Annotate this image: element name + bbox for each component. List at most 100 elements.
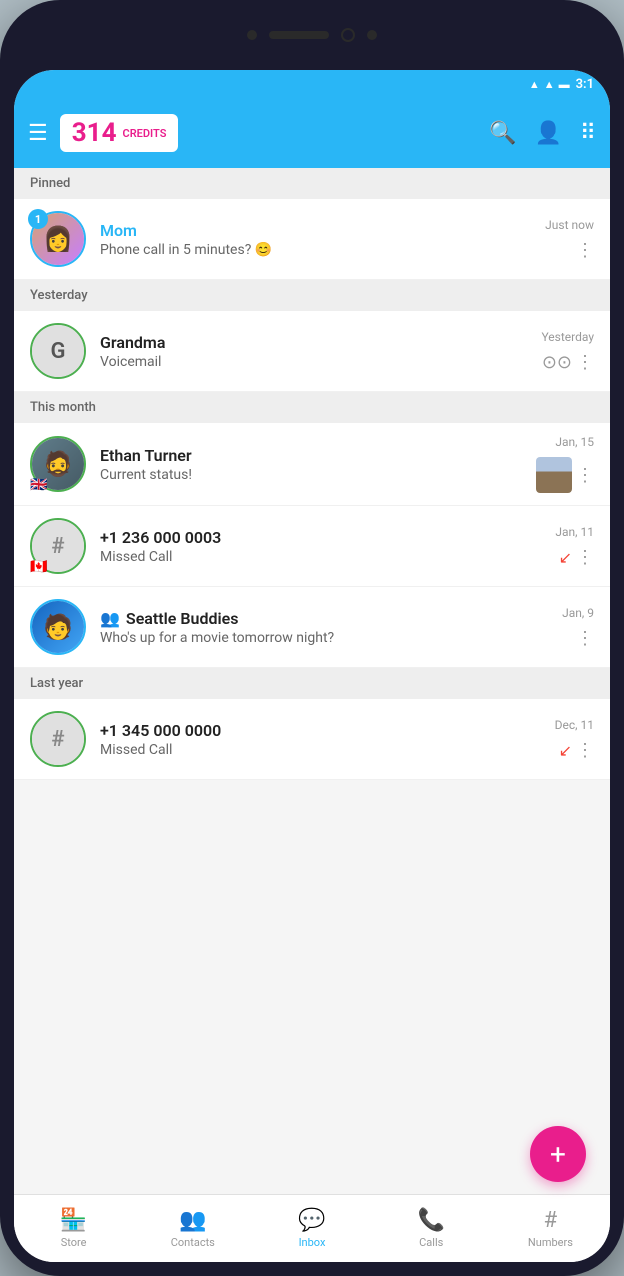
contact-time: Dec, 11 bbox=[555, 718, 594, 732]
avatar: 🧑 bbox=[32, 601, 84, 653]
phone-screen: ▲ ▲ ▬ 3:1 ☰ 314 CREDITS 🔍 👤 ⠿ Pin bbox=[14, 70, 610, 1262]
search-icon[interactable]: 🔍 bbox=[489, 121, 516, 146]
voicemail-icon: ⊙⊙ bbox=[542, 352, 572, 373]
missed-call-icon: ↙ bbox=[559, 741, 572, 760]
contacts-nav-icon: 👥 bbox=[179, 1208, 206, 1233]
fab-new-conversation[interactable]: + bbox=[530, 1126, 586, 1182]
more-options-icon[interactable]: ⋮ bbox=[576, 547, 594, 568]
meta-icons: ⊙⊙ ⋮ bbox=[542, 352, 594, 373]
credits-badge[interactable]: 314 CREDITS bbox=[60, 114, 179, 152]
app-header: ☰ 314 CREDITS 🔍 👤 ⠿ bbox=[14, 98, 610, 168]
nav-item-contacts[interactable]: 👥 Contacts bbox=[133, 1195, 252, 1262]
credits-label: CREDITS bbox=[123, 127, 167, 140]
wifi-icon: ▲ bbox=[529, 78, 540, 91]
contact-meta-grandma: Yesterday ⊙⊙ ⋮ bbox=[541, 330, 594, 373]
more-options-icon[interactable]: ⋮ bbox=[576, 740, 594, 761]
avatar-container-phone2: # bbox=[30, 711, 86, 767]
contact-meta-ethan: Jan, 15 ⋮ bbox=[536, 435, 594, 493]
contact-name: Grandma bbox=[100, 333, 533, 352]
contact-meta-seattle: Jan, 9 ⋮ bbox=[562, 606, 594, 649]
avatar-container-ethan: 🧔 🇬🇧 bbox=[30, 436, 86, 492]
numbers-label: Numbers bbox=[528, 1236, 573, 1249]
contact-time: Just now bbox=[545, 218, 594, 232]
contact-name: +1 345 000 0000 bbox=[100, 721, 547, 740]
list-item[interactable]: G Grandma Voicemail Yesterday ⊙⊙ ⋮ bbox=[14, 311, 610, 392]
meta-icons: ⋮ bbox=[536, 457, 594, 493]
notch-dot-left bbox=[247, 30, 257, 40]
list-item[interactable]: # 🇨🇦 +1 236 000 0003 Missed Call Jan, 11… bbox=[14, 506, 610, 587]
status-bar: ▲ ▲ ▬ 3:1 bbox=[14, 70, 610, 98]
missed-call-icon: ↙ bbox=[559, 548, 572, 567]
dialpad-icon[interactable]: ⠿ bbox=[580, 121, 596, 146]
avatar: # bbox=[32, 713, 84, 765]
contact-info-seattle: 👥 Seattle Buddies Who's up for a movie t… bbox=[100, 609, 554, 646]
contact-name: +1 236 000 0003 bbox=[100, 528, 547, 547]
contact-name: Ethan Turner bbox=[100, 446, 528, 465]
avatar: G bbox=[32, 325, 84, 377]
contact-message: Missed Call bbox=[100, 549, 547, 565]
battery-icon: ▬ bbox=[559, 78, 570, 91]
numbers-icon: # bbox=[544, 1208, 558, 1233]
contact-info-grandma: Grandma Voicemail bbox=[100, 333, 533, 370]
section-pinned: Pinned bbox=[14, 168, 610, 199]
nav-item-inbox[interactable]: 💬 Inbox bbox=[252, 1195, 371, 1262]
notch-speaker bbox=[269, 31, 329, 39]
contacts-label: Contacts bbox=[171, 1236, 215, 1249]
meta-icons: ↙ ⋮ bbox=[559, 547, 594, 568]
list-item[interactable]: 🧔 🇬🇧 Ethan Turner Current status! Jan, 1… bbox=[14, 423, 610, 506]
header-icons: 🔍 👤 ⠿ bbox=[489, 121, 596, 146]
contact-meta-phone1: Jan, 11 ↙ ⋮ bbox=[555, 525, 594, 568]
nav-item-calls[interactable]: 📞 Calls bbox=[372, 1195, 491, 1262]
meta-icons: ↙ ⋮ bbox=[559, 740, 594, 761]
avatar-container-seattle: 🧑 bbox=[30, 599, 86, 655]
hamburger-icon[interactable]: ☰ bbox=[28, 121, 48, 146]
status-icons: ▲ ▲ ▬ bbox=[529, 78, 570, 91]
section-yesterday: Yesterday bbox=[14, 280, 610, 311]
calls-icon: 📞 bbox=[418, 1208, 445, 1233]
contact-meta-phone2: Dec, 11 ↙ ⋮ bbox=[555, 718, 594, 761]
inbox-icon: 💬 bbox=[298, 1208, 325, 1233]
contact-info-phone1: +1 236 000 0003 Missed Call bbox=[100, 528, 547, 565]
avatar-container-grandma: G bbox=[30, 323, 86, 379]
more-options-icon[interactable]: ⋮ bbox=[576, 352, 594, 373]
contact-message: Missed Call bbox=[100, 742, 547, 758]
status-time: 3:1 bbox=[576, 77, 594, 92]
meta-icons: ⋮ bbox=[576, 628, 594, 649]
notch-dot-right bbox=[367, 30, 377, 40]
meta-icons: ⋮ bbox=[576, 240, 594, 261]
contact-meta-mom: Just now ⋮ bbox=[545, 218, 594, 261]
flag-badge-canada: 🇨🇦 bbox=[30, 560, 50, 574]
section-last-year: Last year bbox=[14, 668, 610, 699]
contact-time: Jan, 9 bbox=[562, 606, 594, 620]
bottom-navigation: 🏪 Store 👥 Contacts 💬 Inbox 📞 Calls # Num… bbox=[14, 1194, 610, 1262]
list-item[interactable]: 🧑 👥 Seattle Buddies Who's up for a movie… bbox=[14, 587, 610, 668]
nav-item-numbers[interactable]: # Numbers bbox=[491, 1195, 610, 1262]
more-options-icon[interactable]: ⋮ bbox=[576, 240, 594, 261]
nav-item-store[interactable]: 🏪 Store bbox=[14, 1195, 133, 1262]
contact-info-ethan: Ethan Turner Current status! bbox=[100, 446, 528, 483]
contact-info-phone2: +1 345 000 0000 Missed Call bbox=[100, 721, 547, 758]
contact-message: Who's up for a movie tomorrow night? bbox=[100, 630, 554, 646]
contact-message: Phone call in 5 minutes? 😊 bbox=[100, 242, 537, 258]
more-options-icon[interactable]: ⋮ bbox=[576, 465, 594, 486]
unread-badge: 1 bbox=[28, 209, 48, 229]
phone-notch bbox=[0, 0, 624, 70]
flag-badge: 🇬🇧 bbox=[30, 478, 50, 492]
calls-label: Calls bbox=[419, 1236, 443, 1249]
list-item[interactable]: # +1 345 000 0000 Missed Call Dec, 11 ↙ … bbox=[14, 699, 610, 780]
contact-name: Mom bbox=[100, 221, 537, 240]
inbox-label: Inbox bbox=[299, 1236, 326, 1249]
list-item[interactable]: 👩 1 Mom Phone call in 5 minutes? 😊 Just … bbox=[14, 199, 610, 280]
more-options-icon[interactable]: ⋮ bbox=[576, 628, 594, 649]
contact-name: 👥 Seattle Buddies bbox=[100, 609, 554, 628]
contact-time: Jan, 15 bbox=[555, 435, 594, 449]
contact-time: Jan, 11 bbox=[555, 525, 594, 539]
phone-frame: ▲ ▲ ▬ 3:1 ☰ 314 CREDITS 🔍 👤 ⠿ Pin bbox=[0, 0, 624, 1276]
contacts-icon[interactable]: 👤 bbox=[534, 121, 561, 146]
credits-number: 314 bbox=[72, 120, 117, 146]
contact-message: Voicemail bbox=[100, 354, 533, 370]
signal-icon: ▲ bbox=[544, 78, 555, 91]
avatar-container-mom: 👩 1 bbox=[30, 211, 86, 267]
contact-info-mom: Mom Phone call in 5 minutes? 😊 bbox=[100, 221, 537, 258]
store-label: Store bbox=[61, 1236, 87, 1249]
